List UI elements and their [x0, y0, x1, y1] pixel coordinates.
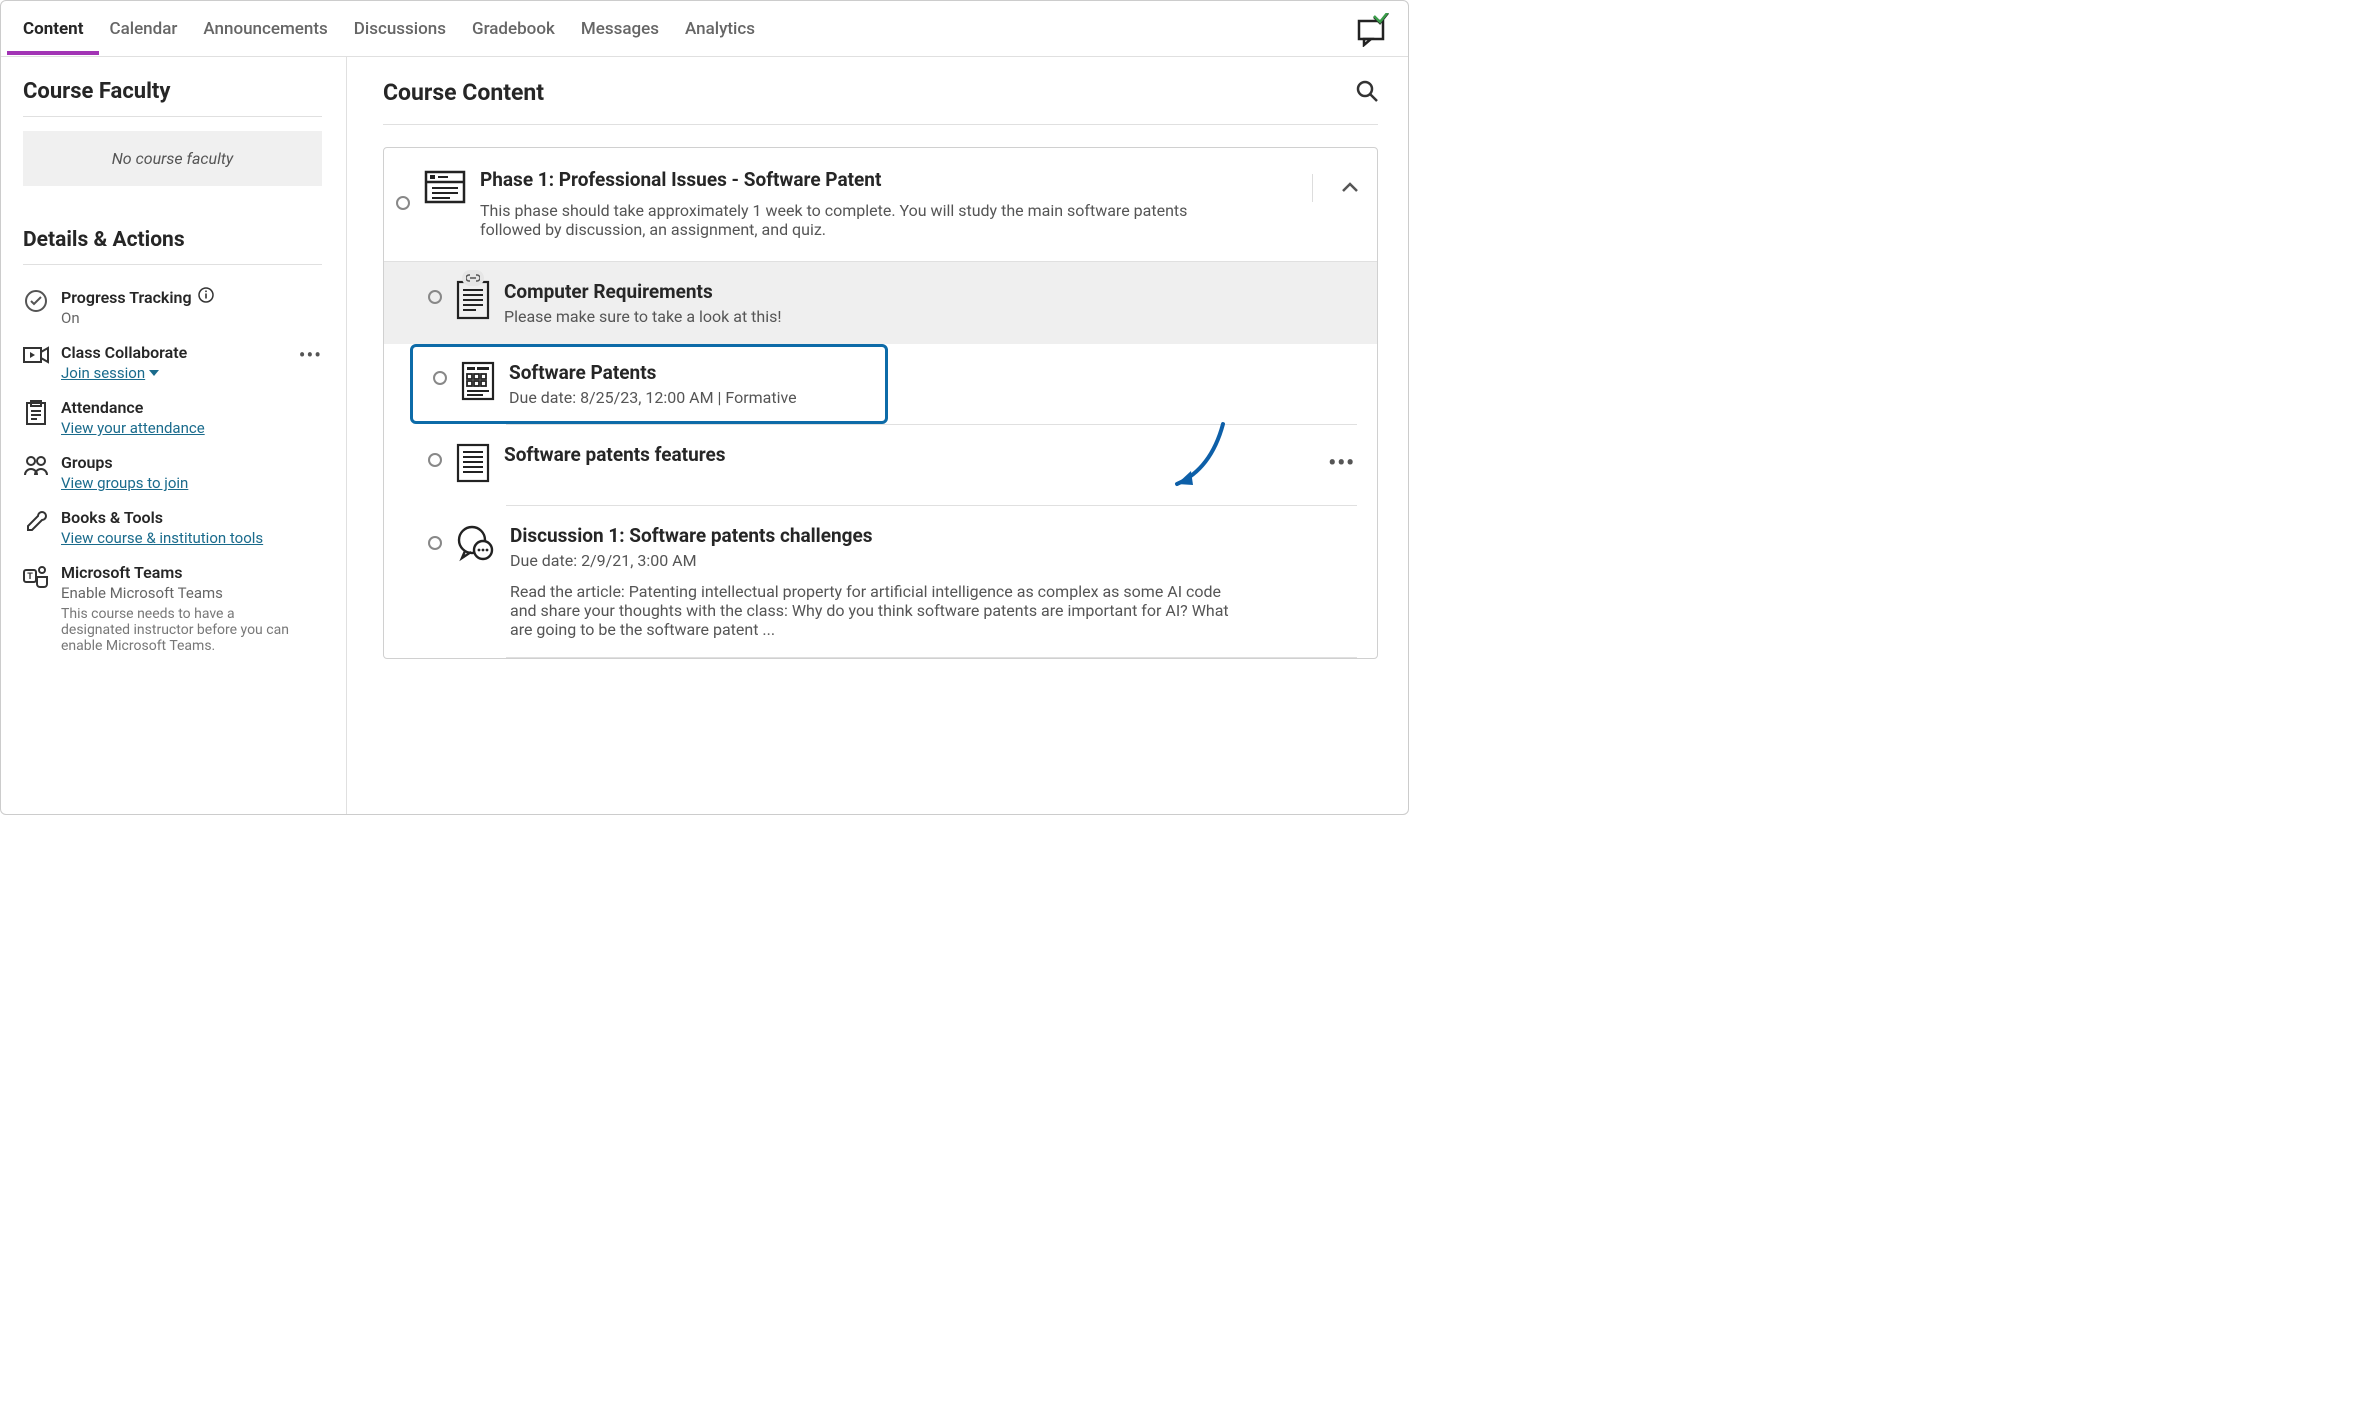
phase-desc: This phase should take approximately 1 w… [480, 201, 1200, 239]
da-books-title: Books & Tools [61, 508, 163, 527]
chevron-up-icon [1341, 182, 1359, 194]
phase-title: Phase 1: Professional Issues - Software … [480, 168, 1359, 191]
check-circle-icon [23, 287, 49, 313]
da-teams-title: Microsoft Teams [61, 563, 182, 582]
progress-marker[interactable] [428, 453, 442, 467]
item-software-patents[interactable]: Software Patents Due date: 8/25/23, 12:0… [413, 347, 885, 421]
chat-assist-icon[interactable] [1356, 13, 1390, 51]
tab-messages[interactable]: Messages [581, 5, 659, 52]
nav-tabs: Content Calendar Announcements Discussio… [23, 5, 755, 52]
svg-text:T: T [27, 572, 33, 582]
da-books: Books & Tools View course & institution … [23, 500, 322, 555]
phase-header[interactable]: Phase 1: Professional Issues - Software … [384, 148, 1377, 262]
view-groups-link[interactable]: View groups to join [61, 474, 188, 492]
sidebar: Course Faculty No course faculty Details… [1, 57, 347, 814]
discussion-icon [456, 524, 496, 568]
item-discussion-1[interactable]: Discussion 1: Software patents challenge… [384, 506, 1377, 657]
course-content-heading: Course Content [383, 79, 544, 106]
faculty-heading: Course Faculty [23, 79, 322, 117]
collab-more-icon[interactable]: ••• [299, 343, 322, 367]
view-tools-link[interactable]: View course & institution tools [61, 529, 263, 547]
item-title: Software patents features [504, 443, 1359, 466]
document-link-icon [456, 280, 490, 324]
item-desc: Read the article: Patenting intellectual… [510, 582, 1250, 639]
tab-content[interactable]: Content [23, 5, 83, 52]
chevron-down-icon [149, 368, 159, 378]
content-area: Course Content Phase 1: Professional Iss… [347, 57, 1408, 814]
groups-icon [23, 453, 49, 477]
progress-marker[interactable] [433, 371, 447, 385]
da-collaborate: Class Collaborate Join session ••• [23, 335, 322, 390]
item-title: Computer Requirements [504, 280, 1359, 303]
da-teams-desc: This course needs to have a designated i… [61, 606, 291, 654]
view-attendance-link[interactable]: View your attendance [61, 419, 205, 437]
tab-discussions[interactable]: Discussions [354, 5, 446, 52]
item-more-icon[interactable]: ••• [1328, 451, 1355, 476]
assessment-icon [461, 361, 495, 405]
teams-icon: T [23, 563, 49, 589]
da-groups: Groups View groups to join [23, 445, 322, 500]
progress-marker[interactable] [428, 536, 442, 550]
da-groups-title: Groups [61, 453, 113, 472]
collapse-button[interactable] [1312, 174, 1359, 202]
item-software-features[interactable]: Software patents features ••• [384, 425, 1377, 505]
item-title: Software Patents [509, 361, 867, 384]
da-attend-title: Attendance [61, 398, 143, 417]
tab-gradebook[interactable]: Gradebook [472, 5, 555, 52]
top-nav: Content Calendar Announcements Discussio… [1, 1, 1408, 57]
search-icon[interactable] [1356, 80, 1378, 106]
document-icon [456, 443, 490, 487]
item-due: Due date: 2/9/21, 3:00 AM [510, 551, 1359, 570]
tab-calendar[interactable]: Calendar [109, 5, 177, 52]
clipboard-icon [23, 398, 49, 426]
item-title: Discussion 1: Software patents challenge… [510, 524, 1359, 547]
item-due: Due date: 8/25/23, 12:00 AM | Formative [509, 388, 867, 407]
highlight-software-patents: Software Patents Due date: 8/25/23, 12:0… [410, 344, 888, 424]
details-heading: Details & Actions [23, 228, 322, 265]
da-teams: T Microsoft Teams Enable Microsoft Teams… [23, 555, 322, 662]
da-attendance: Attendance View your attendance [23, 390, 322, 445]
item-computer-requirements[interactable]: Computer Requirements Please make sure t… [384, 262, 1377, 344]
info-icon[interactable] [198, 287, 214, 307]
da-progress-status: On [61, 309, 322, 327]
phase-card: Phase 1: Professional Issues - Software … [383, 147, 1378, 659]
da-collab-title: Class Collaborate [61, 343, 187, 362]
wrench-icon [23, 508, 49, 534]
link-badge-icon [462, 270, 484, 286]
item-desc: Please make sure to take a look at this! [504, 307, 1359, 326]
join-session-link[interactable]: Join session [61, 364, 159, 382]
video-icon [23, 343, 49, 365]
da-progress-title: Progress Tracking [61, 288, 192, 307]
da-progress: Progress Tracking On [23, 279, 322, 335]
tab-announcements[interactable]: Announcements [203, 5, 327, 52]
tab-analytics[interactable]: Analytics [685, 5, 755, 52]
da-teams-sub: Enable Microsoft Teams [61, 584, 322, 602]
no-faculty-box: No course faculty [23, 131, 322, 186]
progress-marker[interactable] [396, 196, 410, 210]
folder-icon [424, 170, 466, 208]
progress-marker[interactable] [428, 290, 442, 304]
